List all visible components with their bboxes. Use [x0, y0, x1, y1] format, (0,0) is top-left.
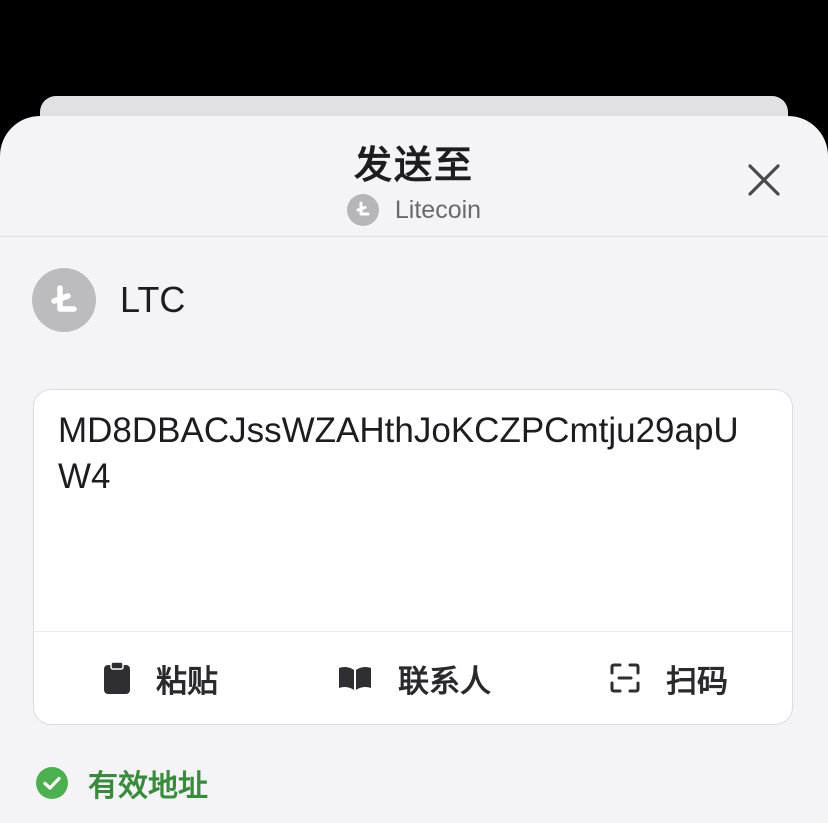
- address-card: MD8DBACJssWZAHthJoKCZPCmtju29apUW4 粘贴 联系…: [33, 389, 793, 725]
- status-text: 有效地址: [88, 769, 208, 804]
- clipboard-icon: [104, 662, 130, 694]
- litecoin-icon: [32, 268, 96, 332]
- network-label: Litecoin: [0, 194, 828, 226]
- asset-selector[interactable]: LTC: [32, 268, 185, 332]
- contacts-label: 联系人: [398, 663, 491, 700]
- network-name: Litecoin: [394, 195, 482, 224]
- scan-icon: [610, 663, 640, 693]
- scan-label: 扫码: [666, 663, 728, 700]
- address-input[interactable]: MD8DBACJssWZAHthJoKCZPCmtju29apUW4: [58, 408, 770, 608]
- scan-button[interactable]: 扫码: [610, 632, 728, 724]
- close-icon: [748, 164, 780, 196]
- litecoin-icon: [346, 194, 379, 226]
- asset-symbol: LTC: [120, 279, 186, 320]
- send-to-sheet: 发送至 Litecoin LTC MD8DBACJssWZAHthJoKCZPC…: [0, 116, 828, 823]
- contacts-button[interactable]: 联系人: [338, 632, 491, 724]
- page-title: 发送至: [353, 143, 474, 187]
- address-status: 有效地址: [36, 761, 208, 805]
- address-actions: 粘贴 联系人 扫码: [34, 632, 792, 724]
- close-button[interactable]: [744, 160, 784, 200]
- check-circle-icon: [36, 767, 68, 799]
- book-icon: [339, 666, 371, 690]
- paste-button[interactable]: 粘贴: [104, 632, 218, 724]
- sheet-header: 发送至 Litecoin: [0, 116, 828, 237]
- paste-label: 粘贴: [156, 663, 218, 700]
